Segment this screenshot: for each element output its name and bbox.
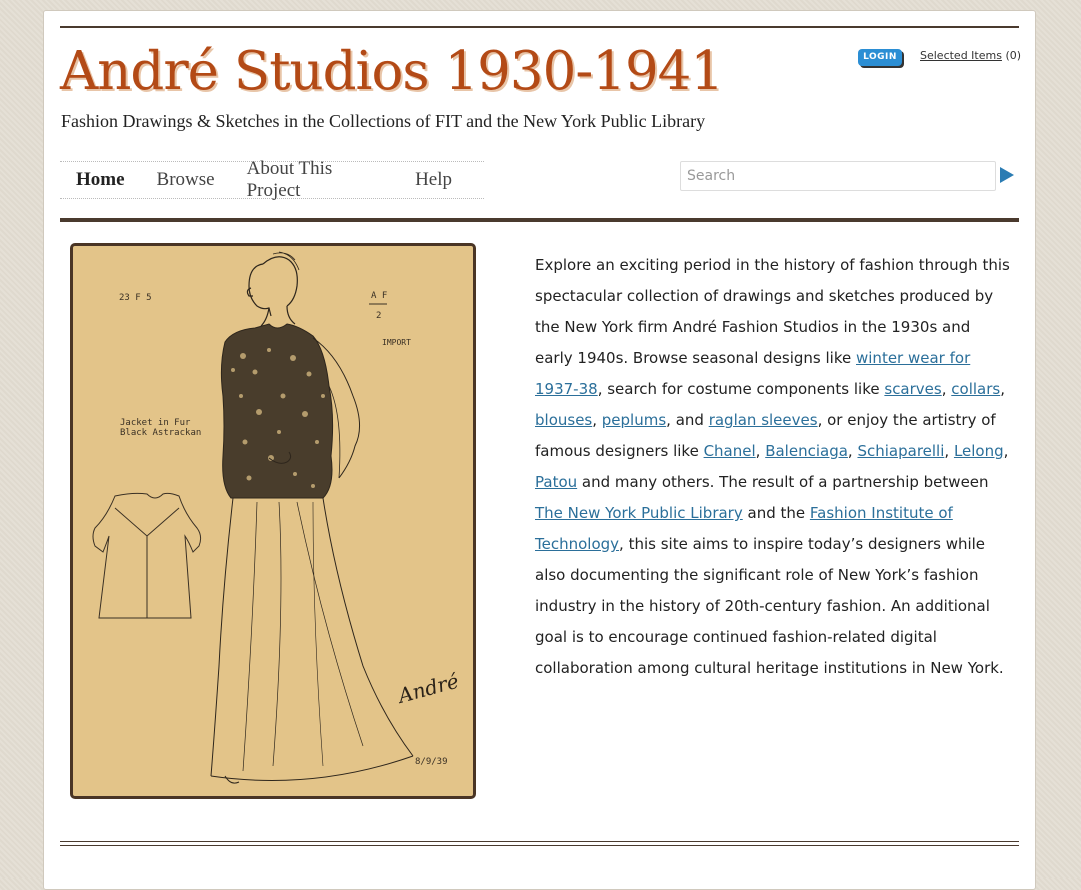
link-blouses[interactable]: blouses <box>535 411 592 429</box>
fashion-sketch-illustration: 23 F 5 A F 2 IMPORT Jacket in Fur Black … <box>92 251 462 784</box>
login-button[interactable]: LOGIN <box>858 49 902 66</box>
link-peplums[interactable]: peplums <box>602 411 666 429</box>
intro-separator: , <box>1003 442 1009 460</box>
nav-about[interactable]: About This Project <box>247 158 383 202</box>
footer-divider-bottom <box>60 845 1019 846</box>
intro-text: and the <box>742 504 810 522</box>
selected-items-count: (0) <box>1005 49 1022 62</box>
intro-separator: , <box>755 442 766 460</box>
footer-divider-top <box>60 841 1019 842</box>
selected-items-link[interactable]: Selected Items <box>920 49 1002 62</box>
search-submit-icon[interactable] <box>1000 167 1014 183</box>
nav-home[interactable]: Home <box>76 169 125 191</box>
sketch-import-label: IMPORT <box>382 338 411 347</box>
link-lelong[interactable]: Lelong <box>954 442 1004 460</box>
link-schiaparelli[interactable]: Schiaparelli <box>857 442 944 460</box>
intro-text: and many others. The result of a partner… <box>577 473 989 491</box>
page-container: André Studios 1930-1941 Fashion Drawings… <box>43 10 1036 890</box>
intro-separator: , <box>941 380 952 398</box>
featured-sketch-image[interactable]: 23 F 5 A F 2 IMPORT Jacket in Fur Black … <box>70 243 476 799</box>
sketch-signature: André <box>394 669 462 709</box>
sketch-caption-line2: Black Astrackan <box>120 428 201 438</box>
intro-paragraph: Explore an exciting period in the histor… <box>535 250 1010 684</box>
top-divider <box>60 26 1019 28</box>
header-divider <box>60 218 1019 222</box>
link-balenciaga[interactable]: Balenciaga <box>765 442 848 460</box>
flat-jacket-sketch <box>92 492 202 619</box>
link-nypl[interactable]: The New York Public Library <box>535 504 743 522</box>
intro-separator: , <box>944 442 954 460</box>
sketch-caption-line1: Jacket in Fur <box>120 418 191 428</box>
intro-separator: , <box>592 411 602 429</box>
intro-separator: , <box>1000 380 1005 398</box>
link-collars[interactable]: collars <box>951 380 1000 398</box>
sketch-date: 8/9/39 <box>415 757 448 767</box>
main-nav: Home Browse About This Project Help <box>60 158 484 202</box>
sketch-code-right-top: A F <box>371 291 387 301</box>
intro-text: , this site aims to inspire today’s desi… <box>535 535 1004 677</box>
intro-text: , search for costume components like <box>597 380 885 398</box>
link-scarves[interactable]: scarves <box>884 380 941 398</box>
link-patou[interactable]: Patou <box>535 473 577 491</box>
link-raglan-sleeves[interactable]: raglan sleeves <box>709 411 818 429</box>
nav-browse[interactable]: Browse <box>157 169 215 191</box>
selected-items: Selected Items (0) <box>920 49 1021 62</box>
sketch-code-left: 23 F 5 <box>119 293 152 303</box>
link-chanel[interactable]: Chanel <box>704 442 756 460</box>
main-figure-sketch <box>210 251 414 784</box>
search-input[interactable] <box>680 161 996 191</box>
site-title[interactable]: André Studios 1930-1941 <box>60 41 724 102</box>
site-subtitle: Fashion Drawings & Sketches in the Colle… <box>61 111 706 131</box>
nav-help[interactable]: Help <box>415 169 452 191</box>
sketch-code-right-bottom: 2 <box>376 311 381 321</box>
intro-text: , and <box>666 411 709 429</box>
